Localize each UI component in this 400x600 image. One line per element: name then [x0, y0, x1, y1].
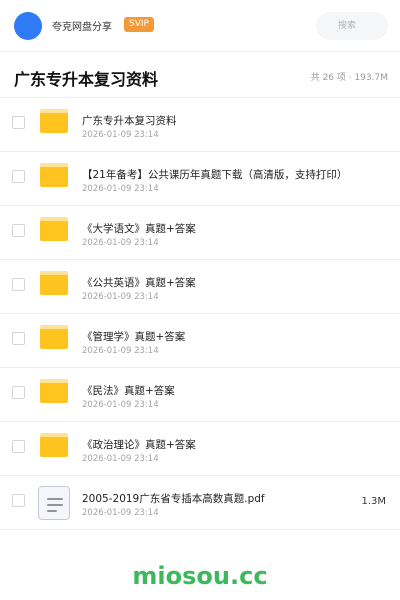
- file-name[interactable]: 《大学语文》真题+答案: [82, 221, 196, 236]
- folder-icon: [40, 217, 68, 241]
- file-date: 2026-01-09 23:14: [82, 346, 159, 356]
- list-item[interactable]: 《大学语文》真题+答案 2026-01-09 23:14: [0, 206, 400, 260]
- file-date: 2026-01-09 23:14: [82, 508, 159, 518]
- select-checkbox[interactable]: [12, 440, 25, 453]
- list-item[interactable]: 《政治理论》真题+答案 2026-01-09 23:14: [0, 422, 400, 476]
- search-input[interactable]: [316, 12, 388, 40]
- file-name[interactable]: 【21年备考】公共课历年真题下载（高清版，支持打印）: [82, 167, 347, 182]
- file-date: 2026-01-09 23:14: [82, 238, 159, 248]
- file-date: 2026-01-09 23:14: [82, 454, 159, 464]
- list-item[interactable]: 2005-2019广东省专插本高数真题.pdf 2026-01-09 23:14…: [0, 476, 400, 530]
- file-name[interactable]: 2005-2019广东省专插本高数真题.pdf: [82, 491, 265, 506]
- file-date: 2026-01-09 23:14: [82, 400, 159, 410]
- folder-header: 广东专升本复习资料 共 26 项 · 193.7M: [0, 52, 400, 98]
- file-date: 2026-01-09 23:14: [82, 184, 159, 194]
- list-item[interactable]: 《公共英语》真题+答案 2026-01-09 23:14: [0, 260, 400, 314]
- file-name[interactable]: 广东专升本复习资料: [82, 113, 177, 128]
- select-checkbox[interactable]: [12, 494, 25, 507]
- file-size: 1.3M: [361, 496, 386, 507]
- avatar[interactable]: [14, 12, 42, 40]
- select-checkbox[interactable]: [12, 170, 25, 183]
- page-title: 广东专升本复习资料: [14, 70, 159, 89]
- file-list: 广东专升本复习资料 2026-01-09 23:14 【21年备考】公共课历年真…: [0, 98, 400, 530]
- folder-icon: [40, 433, 68, 457]
- file-name[interactable]: 《政治理论》真题+答案: [82, 437, 196, 452]
- folder-icon: [40, 109, 68, 133]
- file-name[interactable]: 《民法》真题+答案: [82, 383, 175, 398]
- top-bar: 夸克网盘分享 SVIP: [0, 0, 400, 52]
- file-date: 2026-01-09 23:14: [82, 292, 159, 302]
- list-item[interactable]: 《民法》真题+答案 2026-01-09 23:14: [0, 368, 400, 422]
- folder-icon: [40, 271, 68, 295]
- username[interactable]: 夸克网盘分享: [52, 18, 112, 33]
- file-name[interactable]: 《公共英语》真题+答案: [82, 275, 196, 290]
- select-checkbox[interactable]: [12, 332, 25, 345]
- select-checkbox[interactable]: [12, 386, 25, 399]
- item-summary: 共 26 项 · 193.7M: [310, 73, 388, 83]
- list-item[interactable]: 【21年备考】公共课历年真题下载（高清版，支持打印） 2026-01-09 23…: [0, 152, 400, 206]
- select-checkbox[interactable]: [12, 224, 25, 237]
- folder-icon: [40, 325, 68, 349]
- select-checkbox[interactable]: [12, 278, 25, 291]
- list-item[interactable]: 《管理学》真题+答案 2026-01-09 23:14: [0, 314, 400, 368]
- folder-icon: [40, 379, 68, 403]
- document-icon: [38, 486, 70, 520]
- folder-icon: [40, 163, 68, 187]
- file-date: 2026-01-09 23:14: [82, 130, 159, 140]
- select-checkbox[interactable]: [12, 116, 25, 129]
- list-item[interactable]: 广东专升本复习资料 2026-01-09 23:14: [0, 98, 400, 152]
- svip-badge: SVIP: [124, 17, 154, 32]
- file-name[interactable]: 《管理学》真题+答案: [82, 329, 185, 344]
- watermark: miosou.cc: [132, 562, 268, 590]
